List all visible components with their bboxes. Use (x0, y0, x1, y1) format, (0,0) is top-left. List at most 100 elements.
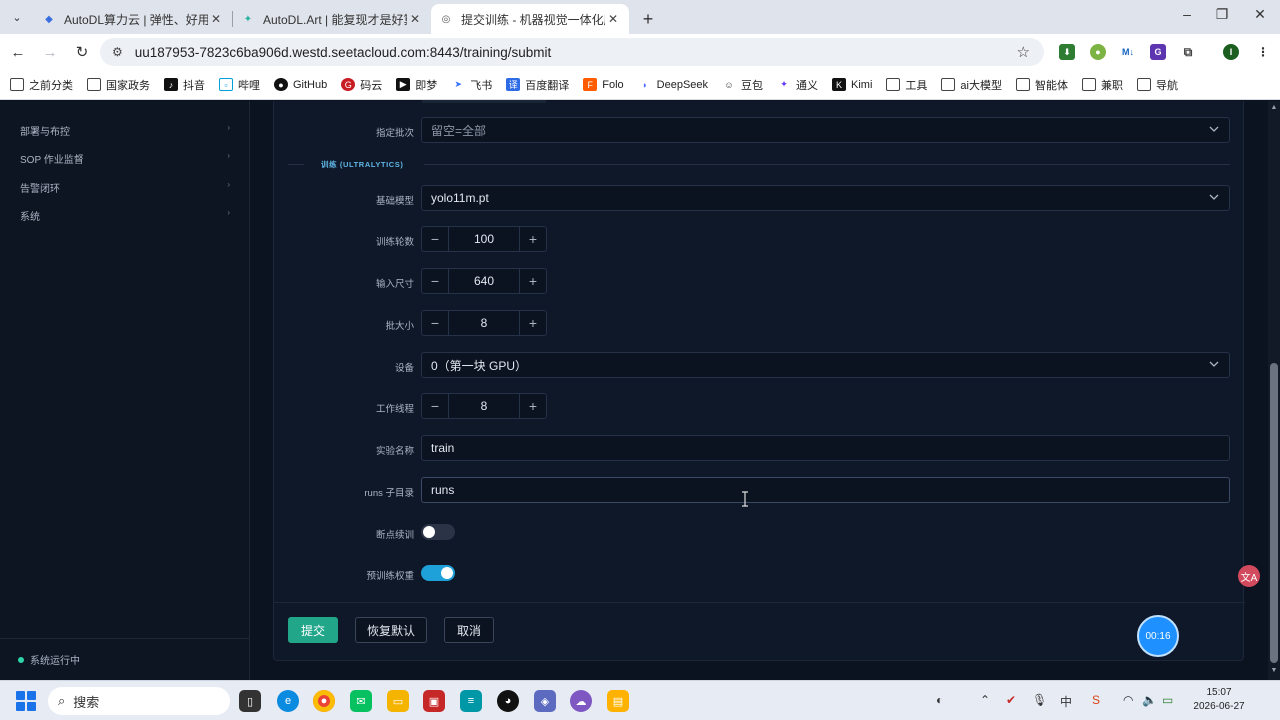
bookmark-folder[interactable]: 智能体 (1015, 77, 1068, 93)
imgsz-input[interactable]: 640 (448, 269, 520, 293)
exp-name-input[interactable]: train (421, 435, 1230, 461)
page-scrollbar[interactable]: ▲ ▼ (1268, 101, 1280, 680)
imgsz-decrement-button[interactable]: − (422, 269, 448, 293)
profile-avatar[interactable]: I (1223, 44, 1239, 60)
restore-icon[interactable]: ❐ (1212, 6, 1232, 23)
address-bar[interactable]: ⚙ uu187953-7823c6ba906d.westd.seetacloud… (100, 38, 1044, 66)
qq-icon[interactable]: ◕ (497, 690, 519, 712)
tray-app-icon[interactable]: ◐ (936, 693, 943, 707)
reset-defaults-button[interactable]: 恢复默认 (355, 617, 427, 643)
forward-button[interactable]: → (36, 38, 64, 66)
workers-decrement-button[interactable]: − (422, 394, 448, 418)
pretrained-toggle[interactable] (421, 565, 455, 581)
sidebar-item-alarm[interactable]: 告警闭环 › (20, 180, 230, 195)
batch-filter-select[interactable]: 留空=全部 (421, 117, 1230, 143)
wifi-icon[interactable]: ◠ (1123, 693, 1133, 707)
bookmark-item[interactable]: ♪ 抖音 (164, 77, 205, 93)
device-select[interactable]: 0（第一块 GPU） (421, 352, 1230, 378)
tray-app-icon[interactable]: S (1092, 693, 1100, 707)
extension-download-icon[interactable]: ⬇ (1059, 44, 1075, 60)
bookmark-item[interactable]: G 码云 (341, 77, 382, 93)
windows-start-icon[interactable] (16, 691, 36, 711)
workers-stepper: − 8 + (421, 393, 547, 419)
extension-markdown-icon[interactable]: M↓ (1120, 44, 1136, 60)
system-clock[interactable]: 15:07 2026-06-27 (1190, 686, 1248, 714)
task-view-icon[interactable]: ▯ (239, 690, 261, 712)
edge-icon[interactable]: e (277, 690, 299, 712)
bookmark-folder[interactable]: ai大模型 (941, 77, 1002, 93)
bookmark-item[interactable]: K Kimi (832, 78, 872, 91)
app-icon[interactable]: ☁ (570, 690, 592, 712)
chrome-icon[interactable]: ● (313, 690, 335, 712)
bookmark-folder[interactable]: 导航 (1136, 77, 1178, 93)
bookmark-item[interactable]: ✦ 通义 (777, 77, 818, 93)
bookmark-item[interactable]: ● GitHub (274, 78, 327, 91)
close-tab-icon[interactable]: ✕ (208, 12, 224, 26)
translate-icon[interactable]: 文A (1238, 565, 1260, 587)
close-tab-icon[interactable]: ✕ (605, 12, 621, 26)
browser-tab-training-submit[interactable]: ◎ 提交训练 - 机器视觉一体化服务 ✕ (431, 4, 629, 34)
epochs-input[interactable]: 100 (448, 227, 520, 251)
extension-leaf-icon[interactable]: ● (1090, 44, 1106, 60)
notes-icon[interactable]: ≡ (460, 690, 482, 712)
microphone-icon[interactable]: 🎙 (1032, 693, 1047, 707)
imgsz-increment-button[interactable]: + (520, 269, 546, 293)
minimize-icon[interactable]: – (1177, 6, 1197, 22)
folder-icon (1015, 78, 1030, 91)
browser-tab-autodl[interactable]: ◆ AutoDL算力云 | 弹性、好用、省钱 ✕ (34, 4, 232, 34)
bookmark-item[interactable]: 译百度翻译 (506, 77, 569, 93)
batch-size-increment-button[interactable]: + (520, 311, 546, 335)
scroll-down-icon[interactable]: ▼ (1270, 667, 1278, 674)
extensions-puzzle-icon[interactable]: ⧉ (1180, 44, 1196, 60)
browser-menu-icon[interactable]: ⋮ (1255, 44, 1271, 60)
sidebar-item-deploy[interactable]: 部署与布控 › (20, 123, 230, 138)
bookmark-star-icon[interactable]: ☆ (1017, 43, 1030, 61)
taskbar-search[interactable]: ⌕ 搜索 (48, 687, 230, 715)
bookmark-item[interactable]: F Folo (583, 78, 624, 91)
app-icon[interactable]: ▤ (607, 690, 629, 712)
back-button[interactable]: ← (4, 38, 32, 66)
bookmark-folder[interactable]: 国家政务 (87, 77, 150, 93)
runs-dir-input[interactable]: runs (421, 477, 1230, 503)
workers-increment-button[interactable]: + (520, 394, 546, 418)
bookmark-folder[interactable]: 兼职 (1081, 77, 1123, 93)
close-tab-icon[interactable]: ✕ (407, 12, 423, 26)
reload-button[interactable]: ↻ (68, 38, 96, 66)
file-explorer-icon[interactable]: ▭ (387, 690, 409, 712)
new-tab-button[interactable]: + (635, 6, 661, 32)
bookmark-folder[interactable]: 工具 (886, 77, 927, 93)
submit-button[interactable]: 提交 (288, 617, 338, 643)
scroll-up-icon[interactable]: ▲ (1270, 104, 1278, 111)
input-method-icon[interactable]: 中 (1060, 693, 1072, 710)
volume-icon[interactable]: 🔈 (1142, 693, 1157, 707)
sidebar-item-sop[interactable]: SOP 作业监督 › (20, 151, 230, 166)
base-model-select[interactable]: yolo11m.pt (421, 185, 1230, 211)
workers-input[interactable]: 8 (448, 394, 520, 418)
battery-icon[interactable]: ▭ (1162, 693, 1173, 707)
bookmark-folder[interactable]: 之前分类 (10, 77, 73, 93)
epochs-decrement-button[interactable]: − (422, 227, 448, 251)
recording-timer[interactable]: 00:16 (1137, 615, 1179, 657)
app-icon[interactable]: ◈ (534, 690, 556, 712)
bookmark-item[interactable]: ☺ 豆包 (722, 77, 763, 93)
close-window-icon[interactable]: ✕ (1250, 6, 1270, 23)
app-icon[interactable]: ▣ (423, 690, 445, 712)
browser-tab-autodl-art[interactable]: ✦ AutoDL.Art | 能复现才是好算法 ✕ (233, 4, 431, 34)
sidebar-item-system[interactable]: 系统 › (20, 208, 230, 223)
bookmark-item[interactable]: ▫ 哔哩 (219, 77, 260, 93)
wechat-icon[interactable]: ✉ (350, 690, 372, 712)
epochs-increment-button[interactable]: + (520, 227, 546, 251)
batch-size-decrement-button[interactable]: − (422, 311, 448, 335)
bookmark-item[interactable]: ◗ DeepSeek (638, 78, 708, 91)
tab-search-chevron-icon[interactable]: ⌄ (4, 4, 30, 30)
bookmark-item[interactable]: ▶ 即梦 (396, 77, 437, 93)
cancel-button[interactable]: 取消 (444, 617, 494, 643)
scrollbar-thumb[interactable] (1270, 363, 1278, 663)
show-hidden-icons[interactable]: ⌃ (980, 693, 990, 707)
bookmark-item[interactable]: ➤ 飞书 (451, 77, 492, 93)
batch-size-input[interactable]: 8 (448, 311, 520, 335)
tray-app-icon[interactable]: ✔ (1006, 693, 1016, 707)
resume-toggle[interactable] (421, 524, 455, 540)
site-info-icon[interactable]: ⚙ (112, 45, 123, 59)
extension-g-icon[interactable]: G (1150, 44, 1166, 60)
